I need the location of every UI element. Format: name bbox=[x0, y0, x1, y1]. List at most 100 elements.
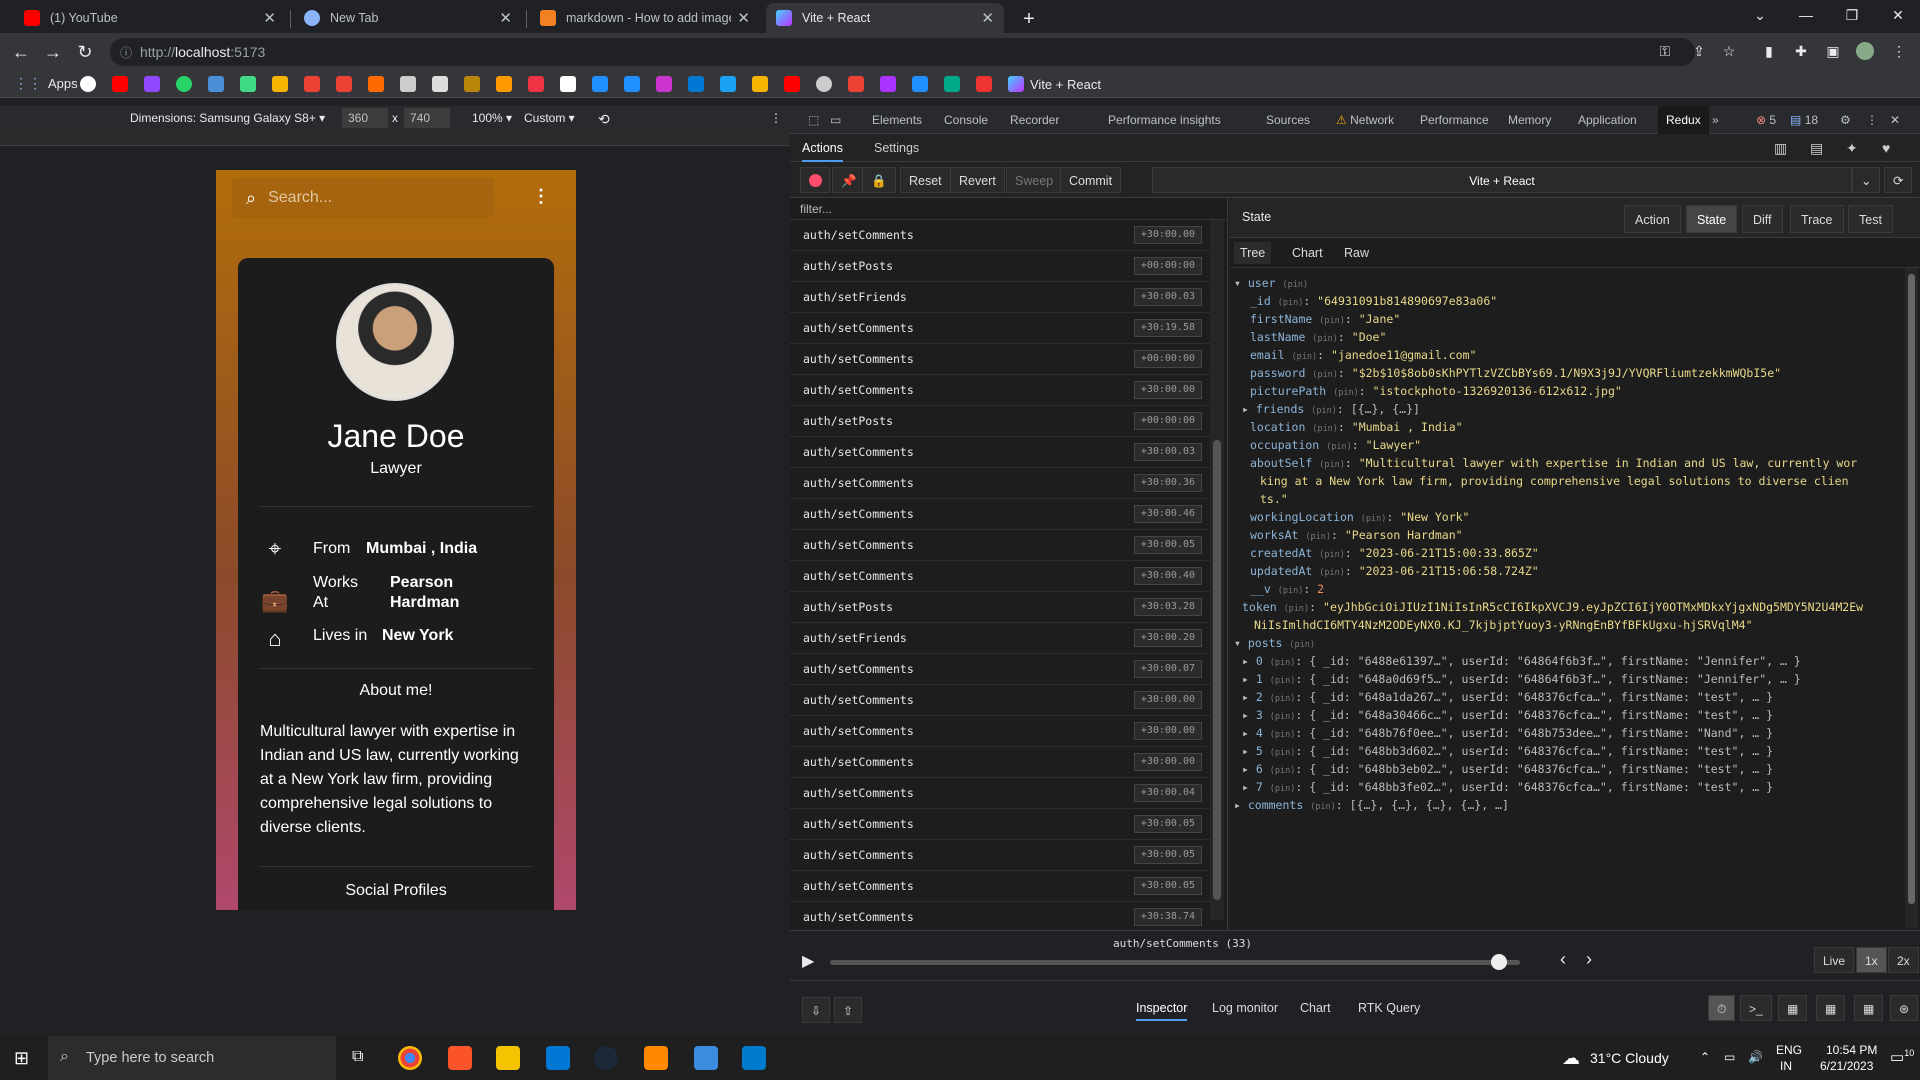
tree-post-item[interactable]: ▸ 5 (pin): { _id: "648bb3d602…", userId:… bbox=[1242, 744, 1773, 758]
timer-icon[interactable]: ⏱ bbox=[1708, 995, 1736, 1021]
tree-field[interactable]: ▸ friends (pin): [{…}, {…}] bbox=[1242, 402, 1420, 416]
twitter-icon[interactable] bbox=[720, 76, 736, 92]
taskbar-search-input[interactable]: Type here to search bbox=[86, 1050, 214, 1066]
monitor-action-button[interactable]: Action bbox=[1624, 205, 1681, 233]
terminal-icon[interactable]: >_ bbox=[1740, 995, 1772, 1021]
gmail-icon[interactable] bbox=[336, 76, 352, 92]
lang-2[interactable]: IN bbox=[1780, 1059, 1792, 1073]
sweep-button[interactable]: Sweep bbox=[1006, 167, 1063, 193]
tree-post-item[interactable]: ▸ 7 (pin): { _id: "648bb3fe02…", userId:… bbox=[1242, 780, 1773, 794]
bookmark-icon[interactable] bbox=[496, 76, 512, 92]
action-row[interactable]: auth/setComments +30:00.03 bbox=[790, 437, 1210, 468]
chat-icon[interactable]: ▤ bbox=[1810, 134, 1823, 162]
vlc-icon[interactable] bbox=[644, 1046, 668, 1070]
tab-redux[interactable]: Redux bbox=[1658, 106, 1709, 134]
state-tree-scrollbar[interactable] bbox=[1905, 268, 1918, 928]
bookmark-icon[interactable] bbox=[400, 76, 416, 92]
monitor-rtk-query[interactable]: RTK Query bbox=[1358, 1001, 1420, 1015]
twitter-icon[interactable]: ✦ bbox=[1846, 134, 1858, 162]
taskbar-search[interactable]: ⌕ Type here to search bbox=[48, 1036, 336, 1080]
tab-performance-insights[interactable]: Performance insights bbox=[1108, 113, 1221, 127]
more-tabs-icon[interactable]: » bbox=[1712, 113, 1719, 127]
zoom-select[interactable]: 100% ▾ bbox=[472, 111, 512, 125]
search-input[interactable]: Search... bbox=[268, 189, 332, 207]
lock-icon[interactable]: 🔒 bbox=[862, 167, 896, 193]
device-toggle-icon[interactable]: ▭ bbox=[830, 113, 841, 127]
bookmark-icon[interactable] bbox=[560, 76, 576, 92]
bookmark-icon[interactable] bbox=[592, 76, 608, 92]
action-row[interactable]: auth/setComments +30:00.00 bbox=[790, 220, 1210, 251]
monitor-log[interactable]: Log monitor bbox=[1212, 1001, 1278, 1015]
subtab-actions[interactable]: Actions bbox=[802, 134, 843, 162]
tree-field[interactable]: aboutSelf (pin): "Multicultural lawyer w… bbox=[1250, 456, 1857, 470]
tab-new-tab[interactable]: New Tab ✕ bbox=[294, 3, 522, 33]
weather-text[interactable]: 31°C Cloudy bbox=[1590, 1050, 1669, 1066]
action-row[interactable]: auth/setPosts +00:00:00 bbox=[790, 406, 1210, 437]
bookmark-icon[interactable] bbox=[688, 76, 704, 92]
message-badge[interactable]: ▤ 18 bbox=[1790, 113, 1818, 127]
bookmark-icon[interactable] bbox=[432, 76, 448, 92]
tab-stackoverflow[interactable]: markdown - How to add images ✕ bbox=[530, 3, 760, 33]
export-icon[interactable]: ⇧ bbox=[834, 997, 863, 1023]
action-row[interactable]: auth/setFriends +30:00.03 bbox=[790, 282, 1210, 313]
menu-icon[interactable]: ⋮ bbox=[532, 186, 550, 207]
file-explorer-icon[interactable] bbox=[496, 1046, 520, 1070]
monitor-chart[interactable]: Chart bbox=[1300, 1001, 1331, 1015]
rotate-icon[interactable]: ⟲ bbox=[598, 111, 610, 128]
tree-field[interactable]: location (pin): "Mumbai , India" bbox=[1250, 420, 1463, 434]
tree-field[interactable]: _id (pin): "64931091b814890697e83a06" bbox=[1250, 294, 1497, 308]
tab-application[interactable]: Application bbox=[1578, 113, 1637, 127]
gmail-icon[interactable] bbox=[848, 76, 864, 92]
tree-post-item[interactable]: ▸ 6 (pin): { _id: "648bb3eb02…", userId:… bbox=[1242, 762, 1773, 776]
android-icon[interactable] bbox=[240, 76, 256, 92]
clock-time[interactable]: 10:54 PM bbox=[1826, 1043, 1877, 1057]
network-icon[interactable]: ▭ bbox=[1724, 1050, 1735, 1064]
tree-field[interactable]: lastName (pin): "Doe" bbox=[1250, 330, 1386, 344]
device-dimensions-select[interactable]: Dimensions: Samsung Galaxy S8+ ▾ bbox=[130, 111, 325, 125]
tree-post-item[interactable]: ▸ 2 (pin): { _id: "648a1da267…", userId:… bbox=[1242, 690, 1773, 704]
close-icon[interactable]: ✕ bbox=[499, 9, 512, 27]
action-row[interactable]: auth/setComments +30:00.40 bbox=[790, 561, 1210, 592]
tree-node-user[interactable]: ▾ user (pin) bbox=[1234, 276, 1308, 290]
youtube-icon[interactable] bbox=[112, 76, 128, 92]
app-icon[interactable] bbox=[694, 1046, 718, 1070]
scroll-thumb[interactable] bbox=[1908, 274, 1915, 904]
action-row[interactable]: auth/setComments +30:00.05 bbox=[790, 840, 1210, 871]
action-row[interactable]: auth/setPosts +30:03.28 bbox=[790, 592, 1210, 623]
key-icon[interactable]: ⚿ bbox=[1656, 42, 1674, 60]
layout-icon[interactable]: ▥ bbox=[1774, 134, 1787, 162]
action-row[interactable]: auth/setComments +30:38.74 bbox=[790, 902, 1210, 933]
tree-field[interactable]: workingLocation (pin): "New York" bbox=[1250, 510, 1470, 524]
tree-post-item[interactable]: ▸ 0 (pin): { _id: "6488e61397…", userId:… bbox=[1242, 654, 1801, 668]
whatsapp-icon[interactable] bbox=[176, 76, 192, 92]
bookmark-icon[interactable] bbox=[528, 76, 544, 92]
extension-icon[interactable]: ▮ bbox=[1760, 42, 1778, 60]
action-row[interactable]: auth/setComments +30:00.46 bbox=[790, 499, 1210, 530]
play-icon[interactable]: ▶ bbox=[802, 951, 814, 971]
reset-button[interactable]: Reset bbox=[900, 167, 951, 193]
chrome-icon[interactable] bbox=[398, 1046, 422, 1070]
bookmark-icon[interactable] bbox=[976, 76, 992, 92]
tab-elements[interactable]: Elements bbox=[872, 113, 922, 127]
tree-continuation[interactable]: king at a New York law firm, providing c… bbox=[1260, 474, 1849, 488]
next-icon[interactable]: › bbox=[1586, 949, 1592, 970]
action-row[interactable]: auth/setPosts +00:00:00 bbox=[790, 251, 1210, 282]
profile-avatar[interactable] bbox=[1856, 42, 1874, 60]
action-row[interactable]: auth/setComments +30:19.58 bbox=[790, 313, 1210, 344]
bookmark-icon[interactable] bbox=[208, 76, 224, 92]
share-icon[interactable]: ⇪ bbox=[1690, 42, 1708, 60]
error-badge[interactable]: ⊗ 5 bbox=[1756, 113, 1776, 127]
action-row[interactable]: auth/setComments +30:00.04 bbox=[790, 778, 1210, 809]
remote-icon[interactable]: ⊛ bbox=[1890, 995, 1919, 1021]
speed-1x-button[interactable]: 1x bbox=[1856, 947, 1887, 973]
tree-field[interactable]: __v (pin): 2 bbox=[1250, 582, 1324, 596]
tab-network[interactable]: ⚠ Network bbox=[1336, 113, 1394, 127]
inspect-icon[interactable]: ⬚ bbox=[808, 113, 819, 127]
tree-node-posts[interactable]: ▾ posts (pin) bbox=[1234, 636, 1315, 650]
tree-post-item[interactable]: ▸ 4 (pin): { _id: "648b76f0ee…", userId:… bbox=[1242, 726, 1773, 740]
bookmark-icon[interactable] bbox=[624, 76, 640, 92]
revert-button[interactable]: Revert bbox=[950, 167, 1005, 193]
brave-icon[interactable] bbox=[448, 1046, 472, 1070]
tray-chevron-icon[interactable]: ⌃ bbox=[1700, 1050, 1710, 1064]
view-raw[interactable]: Raw bbox=[1344, 246, 1369, 260]
